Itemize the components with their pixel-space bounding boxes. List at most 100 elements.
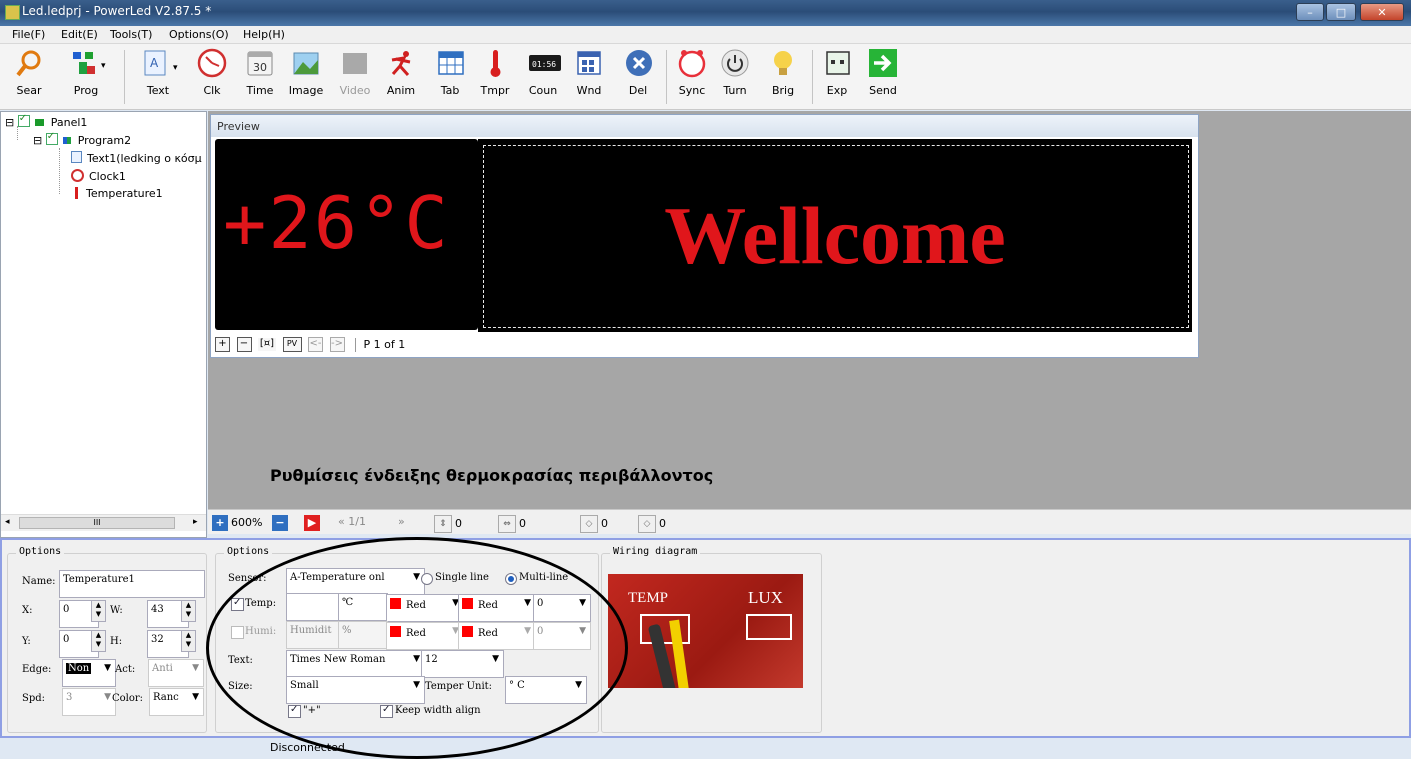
edge-label: Edge: <box>22 664 52 675</box>
delete-button[interactable]: Del <box>624 48 652 97</box>
clock-icon <box>71 169 84 182</box>
tree-node-program[interactable]: ⊟ Program2 <box>33 131 131 147</box>
h-spinner[interactable]: ▲ ▼ <box>181 630 196 652</box>
turn-button[interactable]: Turn <box>720 48 750 97</box>
menu-bar: File(F) Edit(E) Tools(T) Options(O) Help… <box>0 26 1411 44</box>
frame-control[interactable]: « 1/1 <box>338 515 366 528</box>
h-center-control[interactable]: ⇔ 0 <box>498 515 526 533</box>
table-button[interactable]: Tab <box>436 48 464 97</box>
panel-checkbox[interactable] <box>17 113 30 127</box>
close-button[interactable]: ✕ <box>1360 3 1404 21</box>
act-label: Act: <box>115 664 136 675</box>
calendar-glyph: 30 <box>253 61 267 74</box>
v-size-control[interactable]: ◇ 0 <box>580 515 608 533</box>
search-button[interactable]: Sear <box>14 48 44 97</box>
text-icon <box>71 151 82 163</box>
color-label: Color: <box>112 693 144 704</box>
program-tree: ⊟ Panel1 ⊟ Program2 Text1(ledking ο κόσμ… <box>0 111 207 538</box>
pv-button[interactable]: PV <box>282 337 302 352</box>
program-button[interactable]: ▾ Prog <box>66 48 106 97</box>
prev-page-button[interactable]: <- <box>308 337 323 352</box>
fit-button[interactable]: [¤] <box>258 338 276 351</box>
color-select[interactable]: Ranc ▼ <box>149 688 204 716</box>
w-spinner[interactable]: ▲ ▼ <box>181 600 196 622</box>
lux-port-label: LUX <box>748 588 783 607</box>
options-temperature-title: Options <box>224 546 273 557</box>
v-center-control[interactable]: ⇕ 0 <box>434 515 462 533</box>
text-button[interactable]: A ▾ Text <box>138 48 178 97</box>
highlight-ellipse <box>206 537 628 759</box>
next-page-button[interactable]: -> <box>329 337 345 352</box>
scroll-left-icon[interactable]: ◂ <box>5 517 10 527</box>
temperature-button[interactable]: Tmpr <box>480 48 510 97</box>
play-control[interactable]: ▶ <box>304 515 323 531</box>
svg-text:A: A <box>150 56 159 70</box>
caption-text: Ρυθμίσεις ένδειξης θερμοκρασίας περιβάλλ… <box>270 466 714 485</box>
chevron-down-icon: ▼ <box>104 663 111 673</box>
options-basic-title: Options <box>16 546 65 557</box>
zoom-out-button[interactable]: − <box>236 337 252 352</box>
tree-scrollbar[interactable]: ◂ III ▸ <box>1 514 206 531</box>
svg-text:▾: ▾ <box>101 61 106 71</box>
program-checkbox[interactable] <box>45 131 58 145</box>
menu-edit[interactable]: Edit(E) <box>61 28 98 41</box>
thermometer-icon <box>480 48 510 78</box>
title-bar: Led.ledprj - PowerLed V2.87.5 * – □ ✕ <box>0 0 1411 26</box>
wiring-title: Wiring diagram <box>610 546 701 557</box>
tree-item-temperature[interactable]: Temperature1 <box>71 187 163 200</box>
speed-select[interactable]: 3 ▼ <box>62 688 116 716</box>
menu-help[interactable]: Help(H) <box>243 28 285 41</box>
animation-icon <box>386 48 416 78</box>
menu-tools[interactable]: Tools(T) <box>110 28 152 41</box>
wiring-diagram-image: TEMP LUX <box>608 574 803 688</box>
zoom-in-control[interactable]: +600% <box>212 515 262 531</box>
connection-status: Disconnected <box>270 741 345 754</box>
h-size-control[interactable]: ◇ 0 <box>638 515 666 533</box>
menu-file[interactable]: File(F) <box>12 28 45 41</box>
time-button[interactable]: 30 Time <box>244 48 276 97</box>
animation-button[interactable]: Anim <box>385 48 417 97</box>
x-label: X: <box>22 605 33 616</box>
edge-select[interactable]: Non ▼ <box>62 659 116 687</box>
collapse-icon[interactable]: ⊟ <box>5 116 14 129</box>
image-button[interactable]: Image <box>288 48 324 97</box>
v-center-icon: ⇕ <box>434 515 452 533</box>
counter-button[interactable]: 01:56 Coun <box>526 48 561 97</box>
maximize-button[interactable]: □ <box>1326 3 1356 21</box>
menu-options[interactable]: Options(O) <box>169 28 229 41</box>
video-button[interactable]: Video <box>338 48 372 97</box>
sync-button[interactable]: Sync <box>677 48 707 97</box>
minimize-button[interactable]: – <box>1296 3 1324 21</box>
window-title: Led.ledprj - PowerLed V2.87.5 * <box>22 4 212 18</box>
w-label: W: <box>110 605 123 616</box>
tree-item-text[interactable]: Text1(ledking ο κόσμ <box>71 151 202 165</box>
page-indicator: P 1 of 1 <box>363 338 406 351</box>
zoom-in-button[interactable]: + <box>215 337 230 352</box>
scroll-thumb[interactable]: III <box>19 517 175 529</box>
scroll-right-icon[interactable]: ▸ <box>193 517 198 527</box>
chevron-down-icon: ▼ <box>192 663 199 673</box>
window-button[interactable]: Wnd <box>574 48 604 97</box>
image-icon <box>291 48 321 78</box>
brightness-button[interactable]: Brig <box>768 48 798 97</box>
name-field[interactable]: Temperature1 <box>59 570 205 598</box>
export-button[interactable]: Exp <box>823 48 851 97</box>
zoom-out-control[interactable]: − <box>272 515 291 531</box>
h-label: H: <box>110 636 123 647</box>
led-temperature-area[interactable]: +26°C <box>215 139 478 330</box>
tree-item-clock[interactable]: Clock1 <box>71 169 126 183</box>
y-spinner[interactable]: ▲ ▼ <box>91 630 106 652</box>
send-button[interactable]: Send <box>868 48 898 97</box>
collapse-icon[interactable]: ⊟ <box>33 134 42 147</box>
act-select[interactable]: Anti ▼ <box>148 659 204 687</box>
selection-frame <box>483 145 1189 328</box>
forward-icon[interactable]: » <box>398 515 405 528</box>
x-spinner[interactable]: ▲ ▼ <box>91 600 106 622</box>
text-icon: A ▾ <box>143 48 178 78</box>
clock-button[interactable]: Clk <box>196 48 228 97</box>
plus-icon: + <box>212 515 228 531</box>
chevron-down-icon: ▼ <box>192 692 199 702</box>
temperature-display: +26°C <box>223 181 450 265</box>
h-center-icon: ⇔ <box>498 515 516 533</box>
counter-icon: 01:56 <box>528 48 561 78</box>
